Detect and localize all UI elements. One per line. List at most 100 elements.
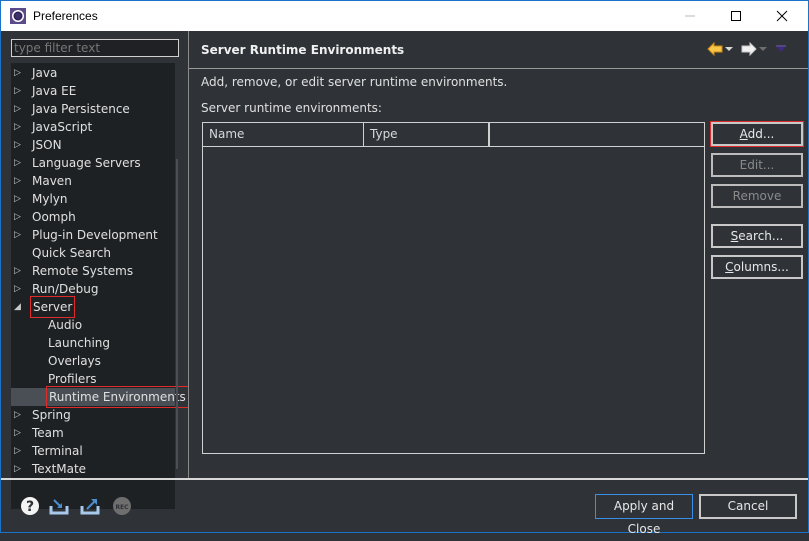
tree-item-label: Oomph — [32, 210, 76, 224]
tree-item-label: Language Servers — [32, 156, 141, 170]
minimize-button[interactable] — [667, 1, 713, 31]
tree-item[interactable]: ▷ TextMate — [11, 460, 175, 478]
collapsed-twisty-icon[interactable]: ▷ — [14, 262, 21, 280]
tree-item[interactable]: ▷ Oomph — [11, 208, 175, 226]
apply-and-close-button[interactable]: Apply and Close — [595, 494, 693, 536]
page-header: Server Runtime Environments — [189, 31, 808, 69]
tree-item[interactable]: Profilers — [11, 370, 175, 388]
column-header-type[interactable]: Type — [364, 123, 489, 146]
tree-item-label: Spring — [32, 408, 71, 422]
tree-item[interactable]: ▷ Plug-in Development — [11, 226, 175, 244]
collapsed-twisty-icon[interactable]: ▷ — [14, 208, 21, 226]
tree-item-label: Run/Debug — [32, 282, 99, 296]
collapsed-twisty-icon[interactable]: ▷ — [14, 190, 21, 208]
filter-input[interactable]: type filter text — [11, 39, 179, 57]
column-header-name[interactable]: Name — [203, 123, 364, 146]
tree-item-label: Java EE — [32, 84, 77, 98]
tree-item-label: Server — [29, 296, 76, 318]
tree-item[interactable]: ▷ Spring — [11, 406, 175, 424]
collapsed-twisty-icon[interactable]: ▷ — [14, 172, 21, 190]
collapsed-twisty-icon[interactable]: ▷ — [14, 442, 21, 460]
tree-item-label: JavaScript — [32, 120, 93, 134]
svg-text:?: ? — [26, 499, 34, 515]
eclipse-gear-icon — [10, 8, 26, 24]
collapsed-twisty-icon[interactable]: ▷ — [14, 406, 21, 424]
expanded-twisty-icon[interactable]: ◢ — [14, 298, 21, 316]
tree-item-label: JSON — [32, 138, 62, 152]
add-label: dd... — [747, 127, 775, 141]
runtimes-table[interactable]: Name Type — [202, 122, 705, 454]
window-title: Preferences — [33, 9, 98, 23]
tree-item[interactable]: ▷ Java EE — [11, 82, 175, 100]
tree-item[interactable]: ▷ Java — [11, 64, 175, 82]
collapsed-twisty-icon[interactable]: ▷ — [14, 64, 21, 82]
runtimes-list-label: Server runtime environments: — [201, 101, 382, 115]
close-button[interactable] — [759, 1, 805, 31]
collapsed-twisty-icon[interactable]: ▷ — [14, 118, 21, 136]
collapsed-twisty-icon[interactable]: ▷ — [14, 460, 21, 478]
collapsed-twisty-icon[interactable]: ▷ — [14, 424, 21, 442]
preference-page: Server Runtime Environments Add, remove,… — [189, 31, 808, 478]
tree-item[interactable]: ▷ JavaScript — [11, 118, 175, 136]
forward-arrow-icon[interactable] — [741, 42, 757, 56]
preferences-sidebar: type filter text ▷ Java ▷ Java EE ▷ Java Pers… — [1, 31, 189, 509]
edit-button[interactable]: Edit... — [711, 153, 803, 177]
collapsed-twisty-icon[interactable]: ▷ — [14, 100, 21, 118]
import-icon[interactable] — [49, 496, 69, 516]
search-button[interactable]: Search... — [711, 224, 803, 248]
tree-item-label: Quick Search — [32, 246, 111, 260]
tree-item[interactable]: Quick Search — [11, 244, 175, 262]
tree-item[interactable]: Overlays — [11, 352, 175, 370]
title-bar: Preferences — [1, 1, 808, 31]
tree-item[interactable]: Launching — [11, 334, 175, 352]
back-menu-icon[interactable] — [723, 42, 735, 56]
maximize-button[interactable] — [713, 1, 759, 31]
tree-item-label: Java — [32, 66, 58, 80]
columns-label: olumns... — [733, 260, 789, 274]
tree-item[interactable]: ◢ Server — [11, 296, 175, 318]
tree-item[interactable]: Audio — [11, 316, 175, 334]
tree-item-label: Plug-in Development — [32, 228, 158, 242]
back-arrow-icon[interactable] — [707, 42, 723, 56]
collapsed-twisty-icon[interactable]: ▷ — [14, 136, 21, 154]
maximize-icon — [731, 11, 741, 21]
tree-item[interactable]: ▷ Remote Systems — [11, 262, 175, 280]
tree-item[interactable]: ▷ Maven — [11, 172, 175, 190]
collapsed-twisty-icon[interactable]: ▷ — [14, 154, 21, 172]
add-mnemonic: A — [739, 127, 748, 141]
cancel-button[interactable]: Cancel — [699, 494, 797, 519]
tree-item[interactable]: ▷ Terminal — [11, 442, 175, 460]
tree-item-label: Profilers — [48, 372, 97, 386]
collapsed-twisty-icon[interactable]: ▷ — [14, 280, 21, 298]
help-icon[interactable]: ? — [20, 496, 40, 516]
record-icon[interactable]: REC — [112, 496, 132, 516]
tree-item[interactable]: ▷ Java Persistence — [11, 100, 175, 118]
tree-item-label: Team — [32, 426, 64, 440]
tree-item[interactable]: Runtime Environments — [11, 386, 189, 408]
minimize-icon — [685, 15, 695, 17]
view-menu-icon[interactable] — [775, 42, 787, 56]
tree-item[interactable]: ▷ Mylyn — [11, 190, 175, 208]
tree-item-label: Overlays — [48, 354, 101, 368]
tree-item[interactable]: ▷ Language Servers — [11, 154, 175, 172]
tree-item-label: Audio — [48, 318, 83, 332]
tree-item-label: Launching — [48, 336, 111, 350]
svg-text:REC: REC — [115, 504, 129, 511]
columns-button[interactable]: Columns... — [711, 255, 803, 279]
column-header-filler — [489, 123, 490, 146]
collapsed-twisty-icon[interactable]: ▷ — [14, 82, 21, 100]
tree-item[interactable]: ▷ JSON — [11, 136, 175, 154]
tree-item-label: Runtime Environments — [46, 386, 189, 408]
add-button[interactable]: Add... — [710, 121, 804, 147]
tree-item[interactable]: ▷ Team — [11, 424, 175, 442]
tree-item-label: Remote Systems — [32, 264, 134, 278]
tree-item[interactable]: ▷ Run/Debug — [11, 280, 175, 298]
table-header: Name Type — [203, 123, 704, 147]
collapsed-twisty-icon[interactable]: ▷ — [14, 226, 21, 244]
tree-scrollbar[interactable] — [176, 159, 178, 469]
remove-button[interactable]: Remove — [711, 184, 803, 208]
export-icon[interactable] — [80, 496, 100, 516]
preferences-window: Preferences type filter text ▷ Java ▷ Java … — [0, 0, 809, 536]
forward-menu-icon[interactable] — [757, 42, 769, 56]
tree-item-label: Terminal — [32, 444, 83, 458]
